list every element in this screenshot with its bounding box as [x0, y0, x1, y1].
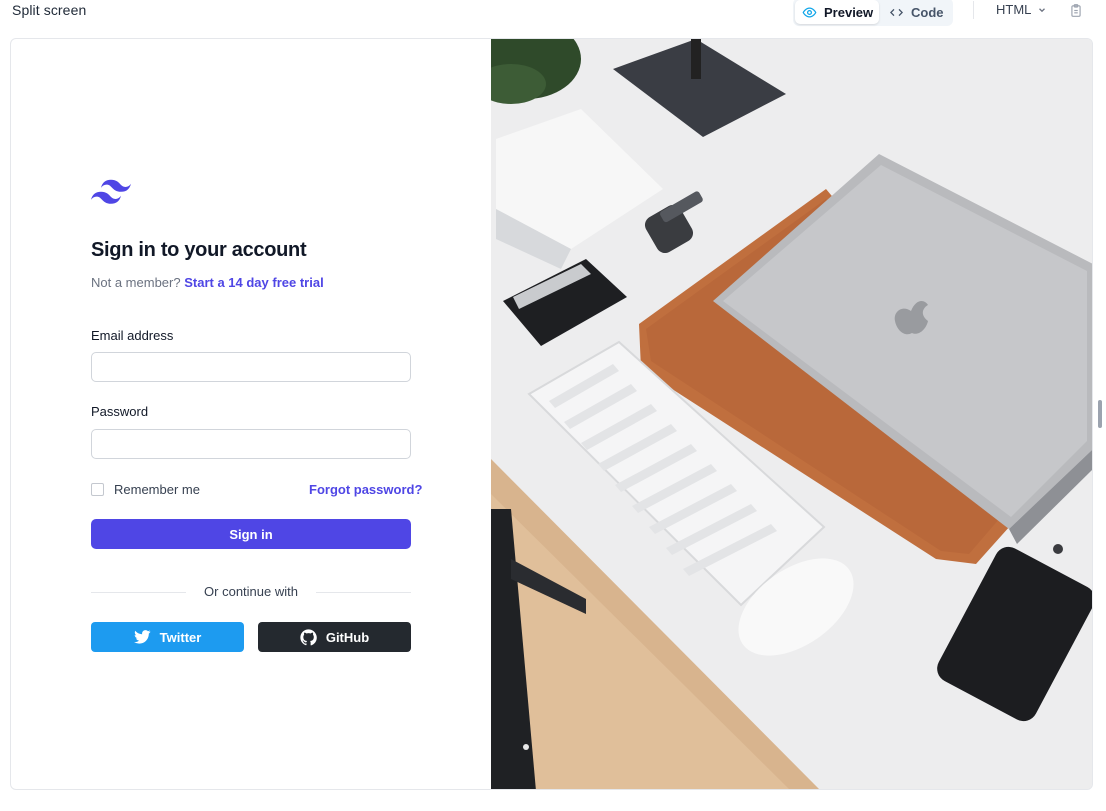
copy-button[interactable]	[1069, 3, 1083, 23]
preview-tab-label: Preview	[824, 4, 874, 20]
desk-photo	[491, 39, 1092, 789]
signup-prompt: Not a member? Start a 14 day free trial	[91, 275, 324, 290]
page-title: Sign in to your account	[91, 239, 307, 261]
remember-me-label: Remember me	[114, 482, 200, 497]
github-button[interactable]: GitHub	[258, 622, 411, 652]
password-label: Password	[91, 404, 149, 419]
tailwind-logo	[91, 179, 131, 204]
preview-frame: Sign in to your account Not a member? St…	[10, 38, 1093, 790]
password-field[interactable]	[91, 429, 411, 459]
language-select-value: HTML	[996, 2, 1032, 17]
twitter-button-label: Twitter	[159, 629, 202, 645]
forgot-password-link[interactable]: Forgot password?	[309, 482, 422, 497]
github-button-label: GitHub	[325, 629, 370, 645]
continue-with-text: Or continue with	[204, 584, 298, 599]
scrollbar-thumb[interactable]	[1098, 400, 1102, 428]
clipboard-icon	[1071, 4, 1081, 17]
eye-icon	[802, 6, 817, 18]
example-title: Split screen	[12, 2, 87, 18]
chevron-down-icon	[1039, 7, 1046, 12]
email-label: Email address	[91, 328, 174, 343]
sign-in-panel: Sign in to your account Not a member? St…	[11, 39, 491, 789]
twitter-icon	[133, 630, 151, 644]
sign-in-button[interactable]: Sign in	[91, 519, 411, 549]
remember-me-checkbox[interactable]	[91, 483, 104, 496]
code-tab-label: Code	[911, 4, 944, 20]
preview-tab[interactable]: Preview	[795, 0, 879, 24]
language-select[interactable]: HTML	[996, 2, 1047, 17]
toolbar: Split screen Preview Code HTML	[0, 0, 1106, 30]
code-tab[interactable]: Code	[883, 0, 949, 24]
toolbar-divider	[973, 1, 974, 19]
remember-me: Remember me	[91, 482, 200, 497]
github-icon	[300, 628, 317, 645]
twitter-button[interactable]: Twitter	[91, 622, 244, 652]
email-field[interactable]	[91, 352, 411, 382]
code-icon	[889, 8, 904, 16]
not-member-text: Not a member?	[91, 275, 181, 290]
free-trial-link[interactable]: Start a 14 day free trial	[184, 275, 323, 290]
view-toggle: Preview Code	[793, 0, 953, 26]
